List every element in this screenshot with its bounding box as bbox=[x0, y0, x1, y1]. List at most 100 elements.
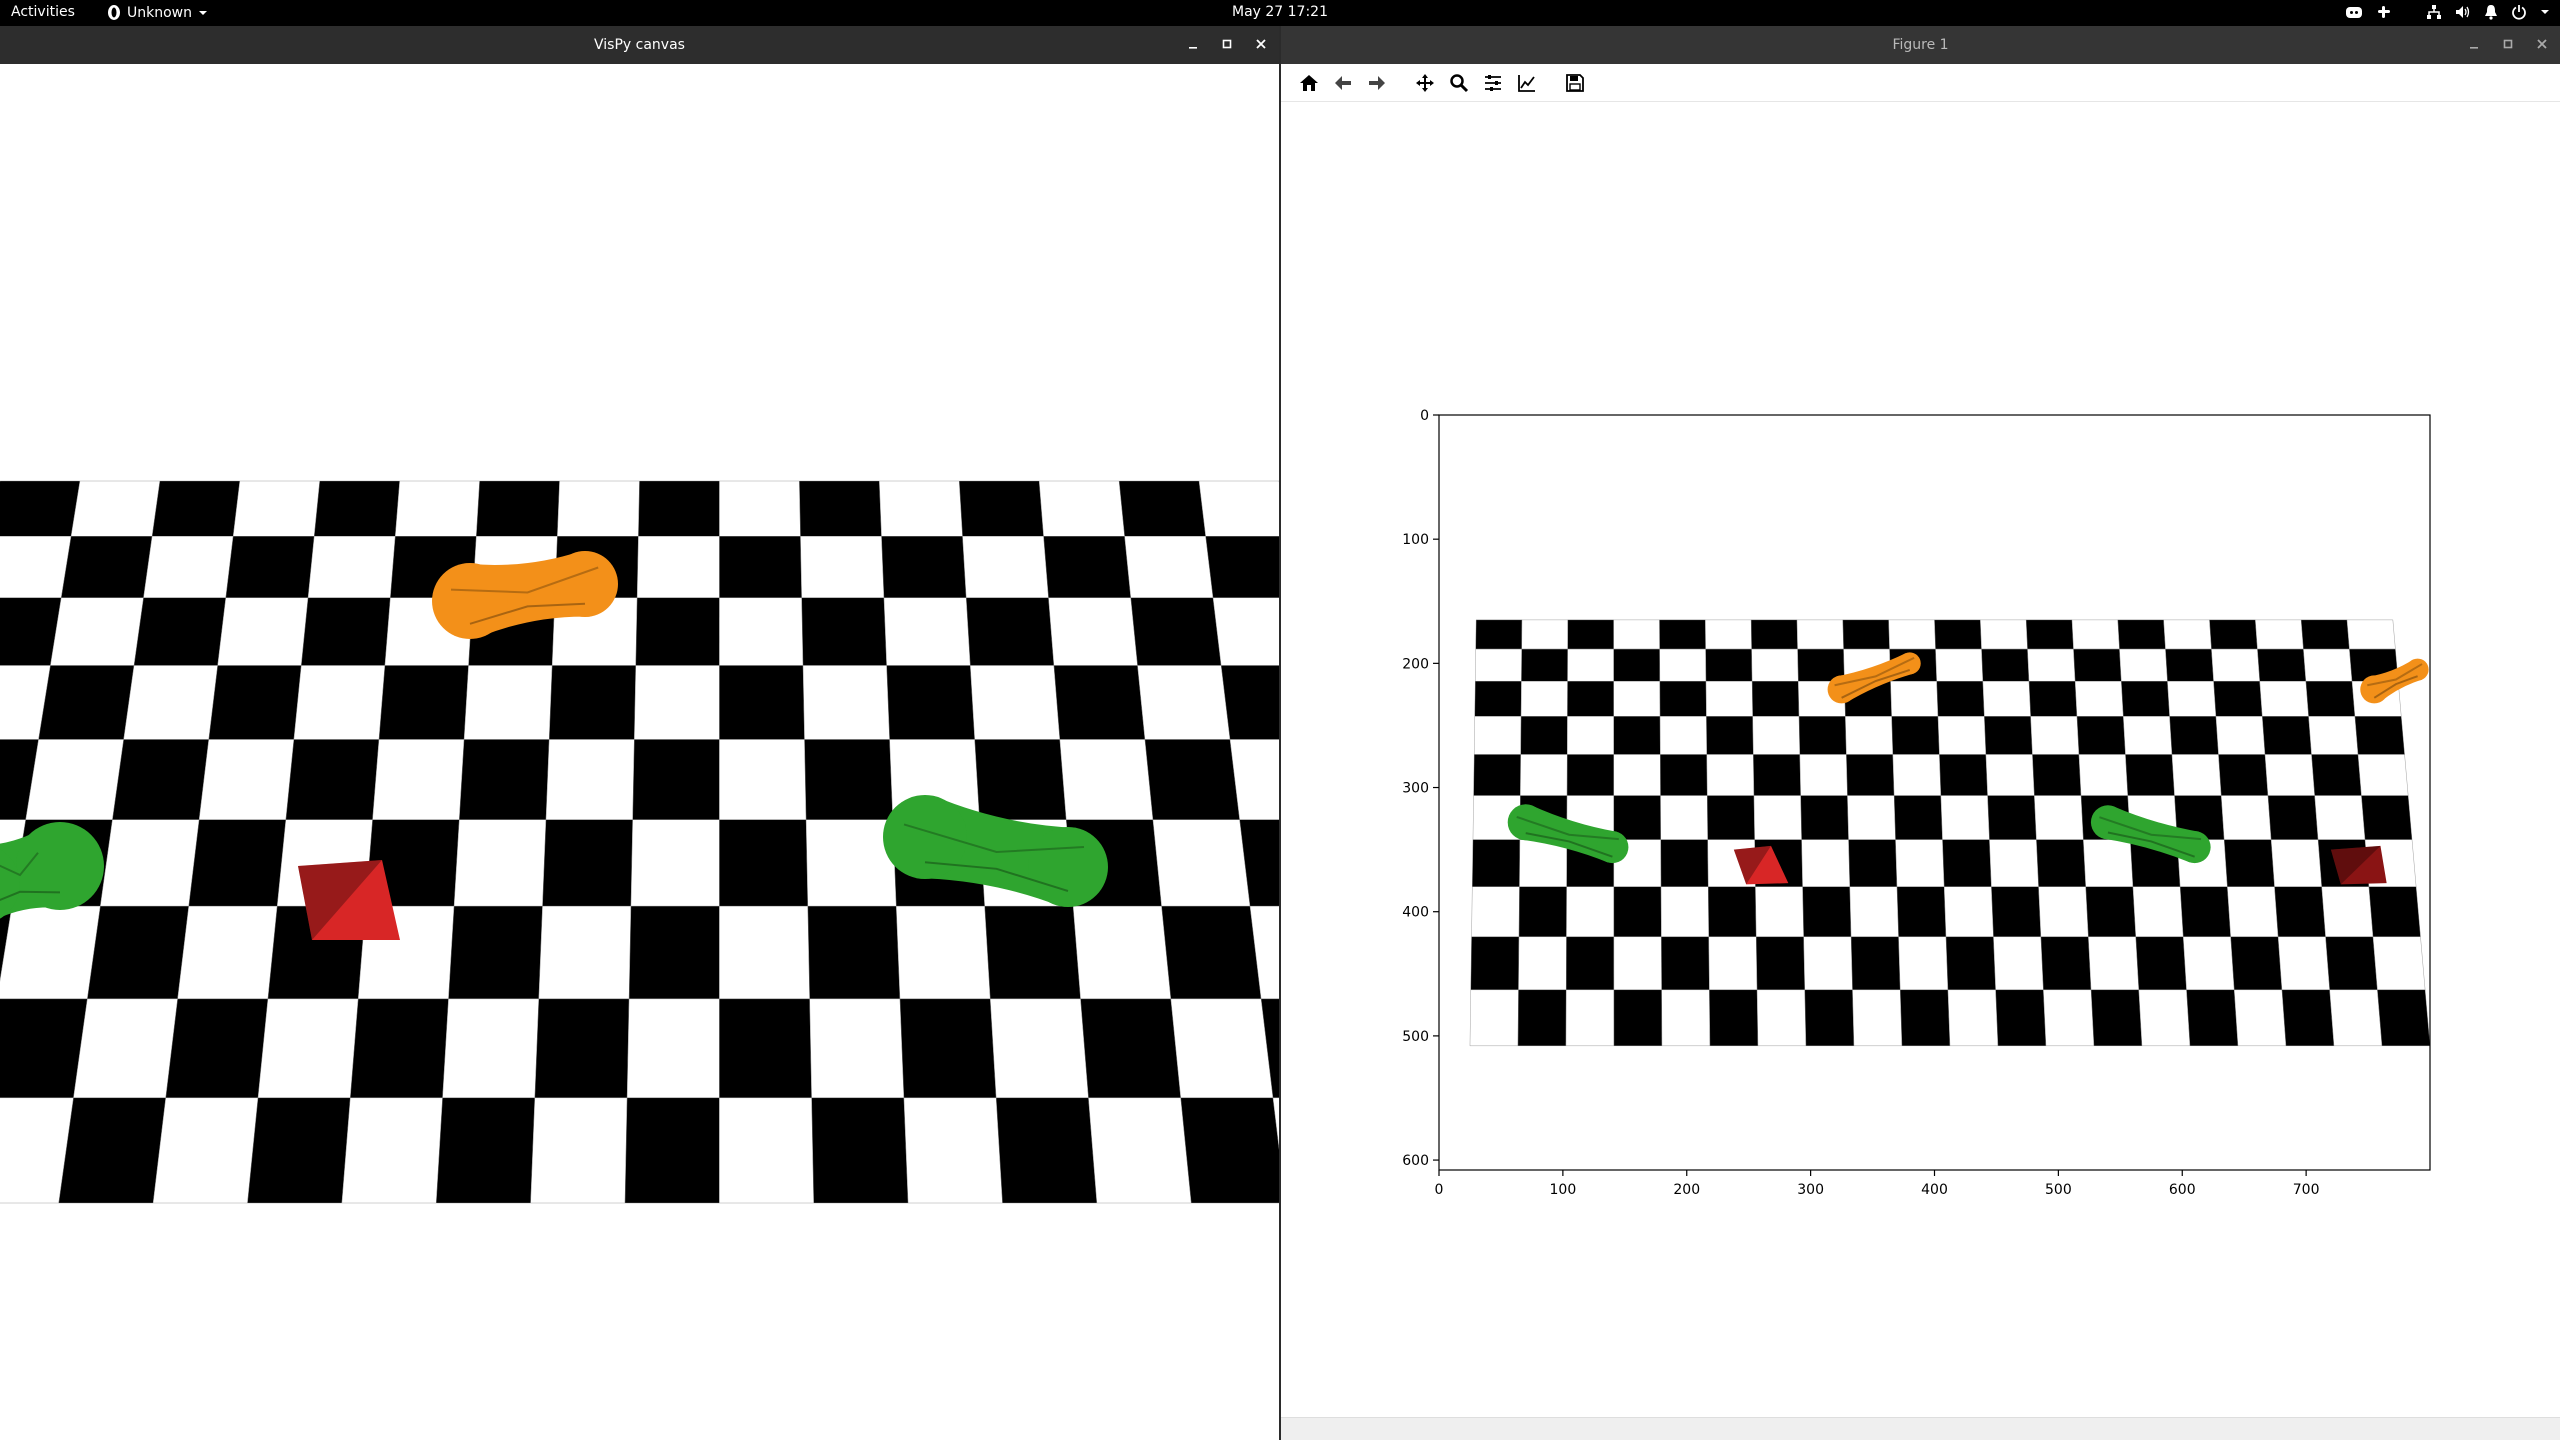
checker-tile bbox=[1567, 619, 1614, 650]
save-icon[interactable] bbox=[1561, 69, 1589, 97]
checker-tile bbox=[2274, 886, 2326, 937]
checker-tile bbox=[638, 480, 720, 537]
checker-tile bbox=[1518, 886, 1567, 937]
vispy-scene[interactable] bbox=[0, 64, 1381, 1440]
checker-tile bbox=[293, 665, 386, 740]
checker-tile bbox=[350, 998, 449, 1099]
home-icon[interactable] bbox=[1295, 69, 1323, 97]
checker-tile bbox=[1567, 648, 1614, 682]
checker-tile bbox=[1072, 905, 1172, 1000]
checker-tile bbox=[624, 1097, 720, 1204]
configure-subplots-icon[interactable] bbox=[1479, 69, 1507, 97]
checker-tile bbox=[799, 480, 882, 537]
checker-tile bbox=[1152, 819, 1251, 907]
minimize-button[interactable] bbox=[2466, 36, 2482, 52]
checker-tile bbox=[2321, 886, 2374, 937]
minimize-button[interactable] bbox=[1185, 36, 1201, 52]
maximize-button[interactable] bbox=[1219, 36, 1235, 52]
network-icon[interactable] bbox=[2426, 4, 2442, 20]
checker-tile bbox=[966, 597, 1055, 666]
checker-tile bbox=[152, 1097, 259, 1204]
checker-tile bbox=[1521, 648, 1568, 682]
back-icon[interactable] bbox=[1329, 69, 1357, 97]
checker-tile bbox=[2125, 754, 2175, 796]
checker-tile bbox=[1943, 886, 1994, 937]
checker-tile bbox=[628, 905, 720, 1000]
checker-tile bbox=[2311, 754, 2362, 796]
figure-canvas[interactable]: 0 100 200 300 400 500 600 700 0 100 200 300 400 500 60… bbox=[1281, 103, 2560, 1415]
window-title: VisPy canvas bbox=[594, 37, 685, 53]
checker-tile bbox=[2267, 795, 2319, 840]
checker-tile bbox=[1475, 648, 1522, 682]
checker-tile bbox=[545, 739, 635, 820]
checker-tile bbox=[1980, 619, 2028, 650]
checker-tile bbox=[2221, 795, 2272, 840]
checker-tile bbox=[2117, 619, 2166, 650]
chevron-down-icon[interactable] bbox=[2540, 8, 2550, 16]
checker-tile bbox=[2167, 681, 2217, 717]
maximize-button[interactable] bbox=[2500, 36, 2516, 52]
checker-tile bbox=[802, 665, 890, 740]
edit-axis-icon[interactable] bbox=[1513, 69, 1541, 97]
checker-tile bbox=[61, 536, 153, 598]
checker-tile bbox=[232, 480, 320, 537]
checker-tile bbox=[809, 998, 905, 1099]
volume-icon[interactable] bbox=[2455, 4, 2471, 20]
figure-window: Figure 1 0 100 200 300 400 500 600 700 0 100 200 30… bbox=[1281, 26, 2560, 1440]
checker-tile bbox=[1900, 989, 1951, 1047]
checker-tile bbox=[2368, 886, 2421, 937]
system-tray[interactable] bbox=[2345, 4, 2550, 20]
checker-tile bbox=[225, 536, 315, 598]
checker-tile bbox=[1613, 989, 1663, 1047]
checker-tile bbox=[2354, 716, 2405, 755]
figure-plot[interactable]: 0 100 200 300 400 500 600 700 0 100 200 300 400 500 60… bbox=[1281, 103, 2560, 1415]
slack-icon[interactable] bbox=[2376, 4, 2392, 20]
checker-tile bbox=[2218, 754, 2269, 796]
clock[interactable]: May 27 17:21 bbox=[1232, 4, 1328, 20]
zoom-icon[interactable] bbox=[1445, 69, 1473, 97]
checker-tile bbox=[1849, 886, 1899, 937]
close-button[interactable] bbox=[1253, 36, 1269, 52]
checker-tile bbox=[1896, 886, 1947, 937]
checker-tile bbox=[2073, 648, 2122, 682]
checker-tile bbox=[2123, 716, 2173, 755]
checker-tile bbox=[538, 905, 632, 1000]
checker-tile bbox=[1847, 795, 1896, 840]
checker-tile bbox=[1473, 754, 1521, 796]
checker-tile bbox=[1796, 619, 1844, 650]
checker-tile bbox=[1706, 754, 1755, 796]
checker-tile bbox=[1848, 839, 1898, 887]
checker-tile bbox=[247, 1097, 351, 1204]
discord-icon[interactable] bbox=[2345, 4, 2363, 20]
vispy-titlebar[interactable]: VisPy canvas bbox=[0, 26, 1279, 64]
power-icon[interactable] bbox=[2511, 4, 2527, 20]
close-button[interactable] bbox=[2534, 36, 2550, 52]
checker-tile bbox=[630, 819, 720, 907]
top-bar: Activities Unknown May 27 17:21 bbox=[0, 0, 2560, 26]
checker-tile bbox=[2034, 795, 2084, 840]
checker-tile bbox=[1660, 839, 1709, 887]
checker-tile bbox=[1521, 619, 1569, 650]
checker-tile bbox=[990, 998, 1089, 1099]
status-bar bbox=[1281, 1417, 2560, 1440]
checker-tile bbox=[1144, 739, 1240, 820]
checker-tile bbox=[217, 597, 309, 666]
checker-tile bbox=[530, 1097, 628, 1204]
checker-tile bbox=[1752, 716, 1801, 755]
figure-titlebar[interactable]: Figure 1 bbox=[1281, 26, 2560, 64]
checker-tile bbox=[2071, 619, 2120, 650]
vispy-3d-canvas[interactable] bbox=[0, 64, 1381, 1440]
activities-button[interactable]: Activities bbox=[11, 4, 75, 20]
forward-icon[interactable] bbox=[1363, 69, 1391, 97]
app-menu[interactable]: Unknown bbox=[107, 4, 208, 21]
checker-tile bbox=[1989, 839, 2039, 887]
notification-icon[interactable] bbox=[2484, 4, 2498, 20]
checker-tile bbox=[1709, 989, 1759, 1047]
pan-icon[interactable] bbox=[1411, 69, 1439, 97]
checker-tile bbox=[1080, 998, 1181, 1099]
checker-tile bbox=[87, 905, 189, 1000]
figure-red-object-2 bbox=[2330, 845, 2387, 885]
checker-tile bbox=[896, 905, 991, 1000]
checker-tile bbox=[1801, 839, 1851, 887]
checker-tile bbox=[2038, 886, 2089, 937]
